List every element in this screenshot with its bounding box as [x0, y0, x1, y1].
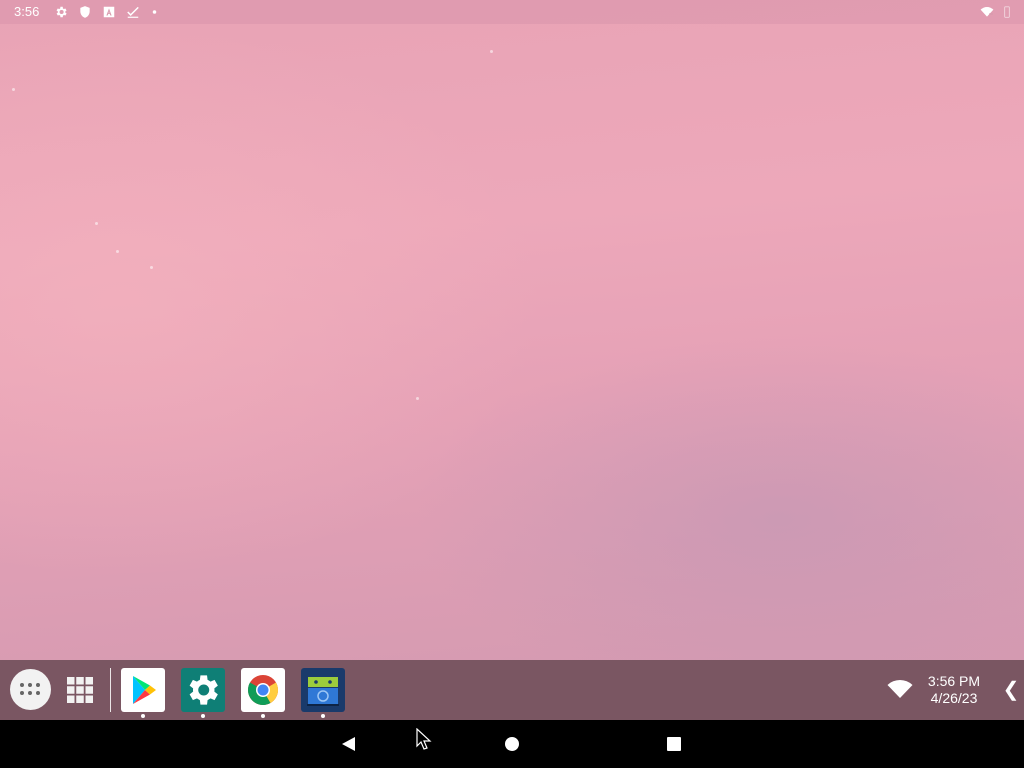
play-store-icon [133, 676, 156, 704]
taskbar: 3:56 PM 4/26/23 ❮ [0, 660, 1024, 720]
app-drawer-dots-icon [20, 683, 24, 687]
wallpaper-speck [116, 250, 119, 253]
app-drawer-dots-icon [36, 691, 40, 695]
wifi-icon[interactable] [887, 679, 913, 699]
tray-date[interactable]: 4/26/23 [920, 690, 988, 707]
grid-icon[interactable] [66, 676, 94, 704]
status-bar-time: 3:56 [14, 4, 40, 19]
dot-icon [152, 10, 157, 14]
app-drawer-dots-icon [20, 691, 24, 695]
taskbar-divider [110, 668, 111, 712]
gear-icon [56, 6, 67, 18]
app-drawer-dots-icon [28, 683, 32, 687]
play-store-app-button[interactable] [121, 668, 165, 712]
running-indicator [141, 714, 145, 718]
tray-time[interactable]: 3:56 PM [920, 673, 988, 690]
app-drawer-button[interactable] [10, 669, 51, 710]
android-desktop-screen: 3:56 3:56 PM 4/26/23 ❮ [0, 0, 1024, 768]
home-icon[interactable] [504, 736, 520, 752]
mouse-cursor-icon [416, 728, 432, 750]
chrome-icon [247, 675, 278, 706]
chevron-left-icon[interactable]: ❮ [1002, 676, 1020, 704]
recents-icon[interactable] [666, 736, 682, 752]
running-indicator [261, 714, 265, 718]
shield-icon [80, 6, 90, 18]
wallpaper-speck [416, 397, 419, 400]
status-bar[interactable]: 3:56 [0, 0, 1024, 24]
android-app-button[interactable] [301, 668, 345, 712]
back-icon[interactable] [340, 736, 356, 752]
navigation-bar [0, 720, 1024, 768]
running-indicator [201, 714, 205, 718]
wallpaper-speck [12, 88, 15, 91]
app-drawer-dots-icon [28, 691, 32, 695]
wallpaper[interactable] [0, 0, 1024, 660]
battery-icon [1004, 6, 1010, 18]
settings-gear-icon [189, 675, 218, 705]
checkmark-icon [127, 6, 139, 18]
wallpaper-speck [490, 50, 493, 53]
app-drawer-dots-icon [36, 683, 40, 687]
font-a-icon [103, 6, 115, 18]
settings-app-button[interactable] [181, 668, 225, 712]
chrome-app-button[interactable] [241, 668, 285, 712]
wallpaper-speck [95, 222, 98, 225]
running-indicator [321, 714, 325, 718]
wifi-icon [980, 6, 994, 17]
wallpaper-speck [150, 266, 153, 269]
android-app-icon [307, 677, 339, 706]
